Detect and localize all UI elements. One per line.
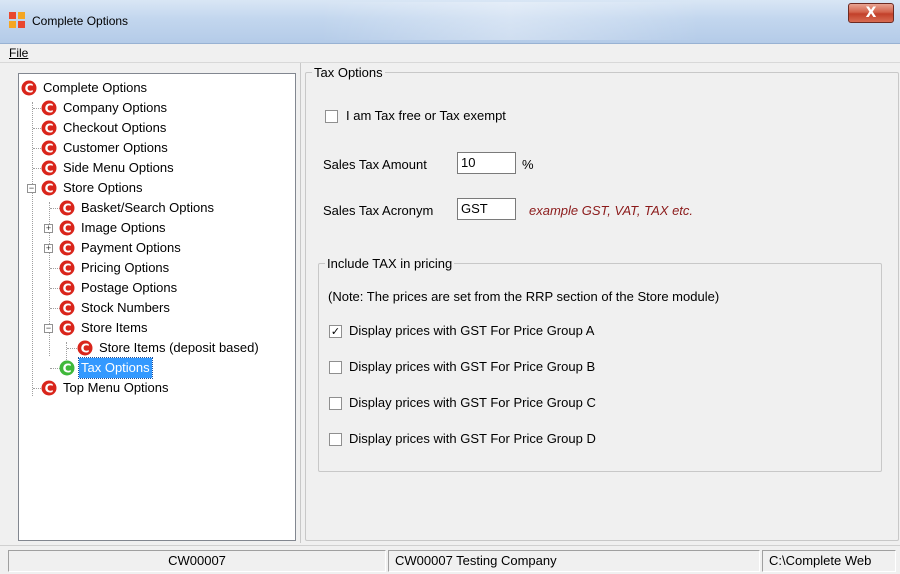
price-group-d-label: Display prices with GST For Price Group … [349,431,596,446]
close-icon: X [865,5,877,21]
status-company-text: CW00007 Testing Company [395,553,557,568]
tree-item-label: Stock Numbers [81,300,170,315]
svg-text:C: C [45,162,54,176]
group-title: Tax Options [314,65,383,80]
price-group-b-checkbox[interactable] [329,361,342,374]
sales-tax-acronym-input[interactable]: GST [457,198,516,220]
c-red-icon: C [21,80,37,96]
include-tax-note: (Note: The prices are set from the RRP s… [328,289,720,304]
tax-exempt-checkbox[interactable] [325,110,338,123]
price-group-b-label: Display prices with GST For Price Group … [349,359,596,374]
price-group-a-label: Display prices with GST For Price Group … [349,323,595,338]
c-red-icon: C [59,260,75,276]
tree-item-label: Payment Options [81,240,181,255]
collapse-toggle[interactable]: − [44,324,53,333]
expand-toggle[interactable]: + [44,244,53,253]
tree-item-label: Complete Options [43,80,148,95]
svg-text:C: C [63,282,72,296]
price-group-c-checkbox[interactable] [329,397,342,410]
tax-options-panel: Tax Options I am Tax free or Tax exempt … [300,63,900,543]
expand-toggle[interactable]: + [44,224,53,233]
window-title: Complete Options [32,14,129,28]
c-green-icon: C [59,360,75,376]
acronym-hint: example GST, VAT, TAX etc. [529,203,694,218]
tree-item-label: Pricing Options [81,260,170,275]
sales-tax-unit: % [522,157,534,172]
svg-text:C: C [45,142,54,156]
status-path-text: C:\Complete Web [769,553,872,568]
tree-item-label: Store Options [63,180,143,195]
sales-tax-amount-label: Sales Tax Amount [323,157,427,172]
c-red-icon: C [41,180,57,196]
svg-text:C: C [45,382,54,396]
status-code-text: CW00007 [168,553,226,568]
include-tax-title: Include TAX in pricing [327,256,453,271]
c-red-icon: C [41,100,57,116]
svg-text:C: C [63,362,72,376]
status-bar: CW00007 CW00007 Testing Company C:\Compl… [0,545,900,574]
status-code: CW00007 [8,550,386,572]
app-icon [9,12,25,28]
close-button[interactable]: X [848,3,894,23]
price-group-a-checkbox[interactable]: ✓ [329,325,342,338]
collapse-toggle[interactable]: − [27,184,36,193]
svg-text:C: C [63,222,72,236]
c-red-icon: C [59,200,75,216]
status-path: C:\Complete Web [762,550,896,572]
titlebar-decoration [320,2,700,40]
options-tree[interactable]: − + + − C Complete Options C Company Opt… [18,73,296,541]
tree-item-label: Tax Options [78,357,153,379]
svg-text:C: C [63,262,72,276]
c-red-icon: C [41,160,57,176]
tree-item-label: Postage Options [81,280,178,295]
tree-item-label: Store Items [81,320,148,335]
tree-item-label: Side Menu Options [63,160,174,175]
svg-text:C: C [45,102,54,116]
c-red-icon: C [59,320,75,336]
sales-tax-acronym-label: Sales Tax Acronym [323,203,434,218]
tree-item-label: Company Options [63,100,168,115]
c-red-icon: C [41,120,57,136]
c-red-icon: C [59,240,75,256]
svg-text:C: C [63,242,72,256]
tax-exempt-label: I am Tax free or Tax exempt [346,108,506,123]
tree-item-label: Store Items (deposit based) [99,340,259,355]
title-bar: Complete Options X [0,0,900,44]
c-red-icon: C [59,220,75,236]
tree-item-label: Image Options [81,220,166,235]
price-group-c-label: Display prices with GST For Price Group … [349,395,596,410]
svg-text:C: C [81,342,90,356]
tree-item-label: Basket/Search Options [81,200,214,215]
menu-file[interactable]: File [9,46,28,60]
c-red-icon: C [59,280,75,296]
svg-text:C: C [45,122,54,136]
svg-text:C: C [25,82,34,96]
price-group-d-checkbox[interactable] [329,433,342,446]
menu-bar: File [0,44,900,63]
tree-item-label: Customer Options [63,140,168,155]
c-red-icon: C [41,380,57,396]
tree-item-label: Checkout Options [63,120,167,135]
c-red-icon: C [41,140,57,156]
svg-text:C: C [63,302,72,316]
svg-text:C: C [63,322,72,336]
c-red-icon: C [59,300,75,316]
tree-item-label: Top Menu Options [63,380,169,395]
tree-connector [32,102,33,396]
svg-text:C: C [63,202,72,216]
sales-tax-amount-input[interactable]: 10 [457,152,516,174]
c-red-icon: C [77,340,93,356]
svg-text:C: C [45,182,54,196]
status-company: CW00007 Testing Company [388,550,760,572]
